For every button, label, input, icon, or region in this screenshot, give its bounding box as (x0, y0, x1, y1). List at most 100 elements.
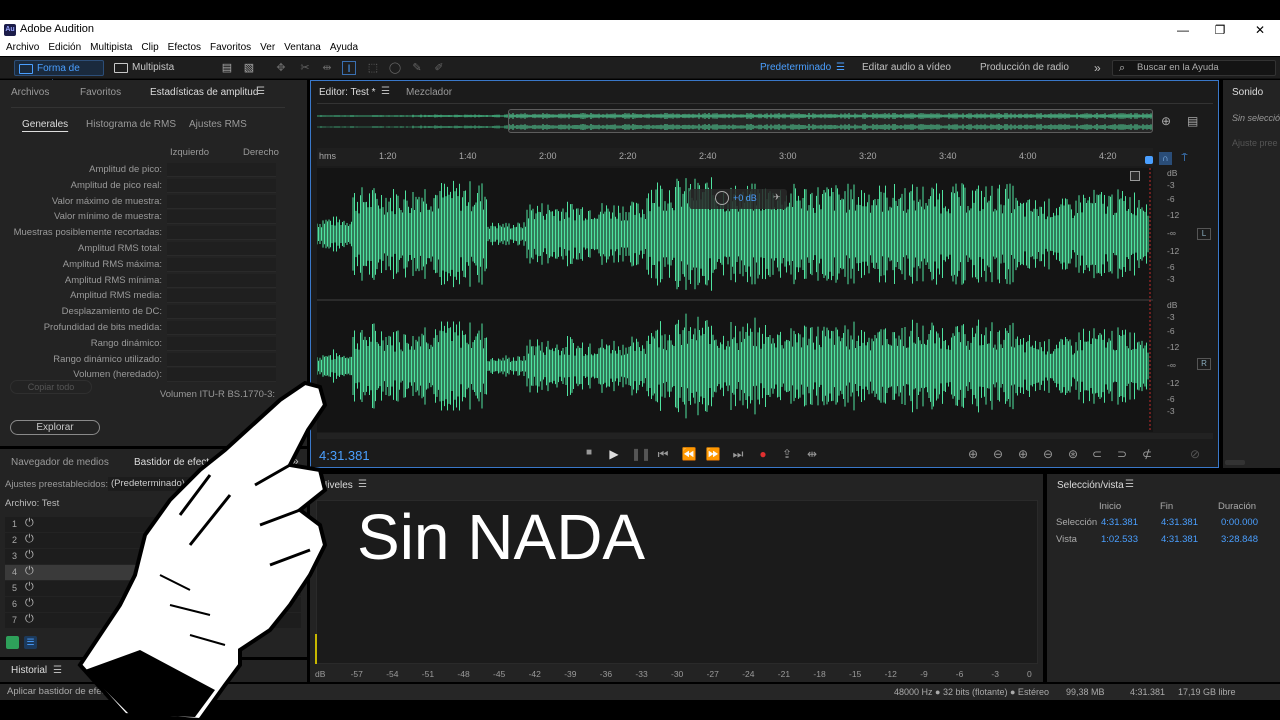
multitrack-mode-button[interactable]: Multipista (110, 60, 190, 76)
display-options-icon[interactable]: ▤ (1187, 114, 1198, 128)
goto-start-icon[interactable]: ⏮ (655, 447, 671, 462)
headphones-icon[interactable]: ∩ (1159, 152, 1172, 165)
marquee-tool-icon[interactable]: ⬚ (366, 61, 380, 75)
menu-efectos[interactable]: Efectos (168, 40, 201, 56)
tab-selection-view[interactable]: Selección/vista (1057, 480, 1124, 491)
channel-left-button[interactable]: L (1197, 228, 1211, 240)
tab-sound[interactable]: Sonido (1232, 87, 1263, 98)
record-icon[interactable]: ● (755, 447, 771, 461)
subtab-histograma[interactable]: Histograma de RMS (86, 119, 176, 130)
zoom-in-amplitude-icon[interactable]: ⊕ (965, 447, 981, 461)
selection-duration[interactable]: 0:00.000 (1221, 517, 1258, 528)
zoom-in-time-icon[interactable]: ⊕ (1015, 447, 1031, 461)
tab-archivos[interactable]: Archivos (11, 87, 49, 98)
skip-icon[interactable]: ⇹ (804, 447, 820, 461)
menu-archivo[interactable]: Archivo (6, 40, 39, 56)
time-selection-tool-icon[interactable]: I (342, 61, 356, 75)
spectral-pitch-icon[interactable]: ▧ (242, 61, 256, 75)
view-end[interactable]: 4:31.381 (1161, 534, 1198, 545)
zoom-selection-icon[interactable]: ⊂ (1089, 447, 1105, 461)
rewind-icon[interactable]: ⏪ (681, 447, 697, 461)
fast-forward-icon[interactable]: ⏩ (705, 447, 721, 461)
zoom-out-time-icon[interactable]: ⊖ (1040, 447, 1056, 461)
workspace-menu-icon[interactable]: ☰ (836, 61, 845, 75)
razor-tool-icon[interactable]: ✂ (298, 61, 312, 75)
menu-ver[interactable]: Ver (260, 40, 275, 56)
stat-value-left (167, 289, 224, 304)
menu-clip[interactable]: Clip (141, 40, 158, 56)
workspace-radio[interactable]: Producción de radio (980, 61, 1069, 75)
slot-power-icon[interactable]: ⏻ (25, 533, 34, 546)
editor-menu-icon[interactable]: ☰ (381, 86, 390, 97)
slot-power-icon[interactable]: ⏻ (25, 549, 34, 562)
menu-edicion[interactable]: Edición (48, 40, 81, 56)
hud-pin-icon[interactable]: ✈ (773, 192, 781, 203)
zoom-left-icon[interactable]: ⊃ (1114, 447, 1130, 461)
level-scale-label: -30 (671, 669, 684, 679)
goto-end-icon[interactable]: ⏭ (730, 447, 746, 462)
view-duration[interactable]: 3:28.848 (1221, 534, 1258, 545)
stat-value-right (224, 226, 276, 241)
subtab-ajustes-rms[interactable]: Ajustes RMS (189, 119, 247, 130)
db-scale-label: -6 (1167, 262, 1175, 272)
menu-ayuda[interactable]: Ayuda (330, 40, 358, 56)
slip-tool-icon[interactable]: ⇹ (320, 61, 334, 75)
selection-end[interactable]: 4:31.381 (1161, 517, 1198, 528)
pause-icon[interactable]: ❚❚ (631, 447, 651, 461)
view-start[interactable]: 1:02.533 (1101, 534, 1138, 545)
fullscreen-icon[interactable] (1130, 171, 1140, 181)
levels-menu-icon[interactable]: ☰ (358, 479, 367, 490)
gain-knob-icon[interactable] (715, 191, 729, 205)
menu-multipista[interactable]: Multipista (90, 40, 132, 56)
workspace-default[interactable]: Predeterminado (760, 61, 831, 75)
slot-power-icon[interactable]: ⏻ (25, 565, 34, 578)
playhead-marker-icon[interactable] (1145, 156, 1153, 164)
zoom-nav-icon[interactable]: ⊕ (1161, 114, 1171, 128)
slot-power-icon[interactable]: ⏻ (25, 517, 34, 530)
workspace-audio-video[interactable]: Editar audio a vídeo (862, 61, 951, 75)
tab-editor[interactable]: Editor: Test * (319, 87, 376, 98)
waveform-mode-button[interactable]: Forma de onda (14, 60, 104, 90)
lasso-tool-icon[interactable]: ◯ (388, 61, 402, 75)
slot-power-icon[interactable]: ⏻ (25, 613, 34, 626)
power-toggle-icon[interactable] (6, 636, 19, 649)
zoom-right-icon[interactable]: ⊄ (1139, 447, 1155, 461)
list-view-icon[interactable]: ☰ (24, 636, 37, 649)
pin-icon[interactable]: ⍑ (1178, 152, 1191, 165)
slot-power-icon[interactable]: ⏻ (25, 581, 34, 594)
channel-right-button[interactable]: R (1197, 358, 1211, 370)
horizontal-scrollbar[interactable] (317, 433, 1213, 439)
overview-view-region[interactable] (508, 109, 1153, 133)
minimize-button[interactable]: — (1163, 21, 1203, 39)
tab-favoritos[interactable]: Favoritos (80, 87, 121, 98)
timeline-tick-label: 3:00 (779, 151, 797, 161)
selection-start[interactable]: 4:31.381 (1101, 517, 1138, 528)
zoom-out-amplitude-icon[interactable]: ⊖ (990, 447, 1006, 461)
menu-favoritos[interactable]: Favoritos (210, 40, 251, 56)
timeline-ruler[interactable]: hms 1:20 1:40 2:00 2:20 2:40 3:00 3:20 3:40 4:00… (317, 148, 1153, 166)
move-tool-icon[interactable]: ✥ (274, 61, 288, 75)
menu-ventana[interactable]: Ventana (284, 40, 321, 56)
stat-value-right (224, 178, 276, 193)
loop-icon[interactable]: ⇪ (779, 447, 795, 461)
stat-label: Rango dinámico: (90, 337, 162, 349)
slot-power-icon[interactable]: ⏻ (25, 597, 34, 610)
stop-icon[interactable]: ■ (581, 447, 597, 458)
workspace-more-icon[interactable]: » (1094, 61, 1101, 75)
selection-menu-icon[interactable]: ☰ (1125, 479, 1134, 490)
gain-hud[interactable]: +0 dB ✈ (689, 189, 787, 209)
spot-healing-icon[interactable]: ✐ (432, 61, 446, 75)
tab-estadisticas[interactable]: Estadísticas de amplitud (150, 87, 258, 98)
brush-tool-icon[interactable]: ✎ (410, 61, 424, 75)
zoom-reset-icon[interactable]: ⊘ (1187, 447, 1203, 461)
help-search-input[interactable]: ⌕ Buscar en la Ayuda (1112, 60, 1276, 76)
play-icon[interactable]: ▶ (606, 447, 622, 461)
panel-scrollbar[interactable] (1225, 460, 1245, 465)
subtab-generales[interactable]: Generales (22, 119, 68, 130)
zoom-full-icon[interactable]: ⊛ (1065, 447, 1081, 461)
tab-mixer[interactable]: Mezclador (406, 87, 452, 98)
spectral-frequency-icon[interactable]: ▤ (220, 61, 234, 75)
close-button[interactable]: ✕ (1240, 21, 1280, 39)
maximize-button[interactable]: ❐ (1200, 21, 1240, 39)
panel-menu-icon[interactable]: ☰ (256, 86, 265, 97)
